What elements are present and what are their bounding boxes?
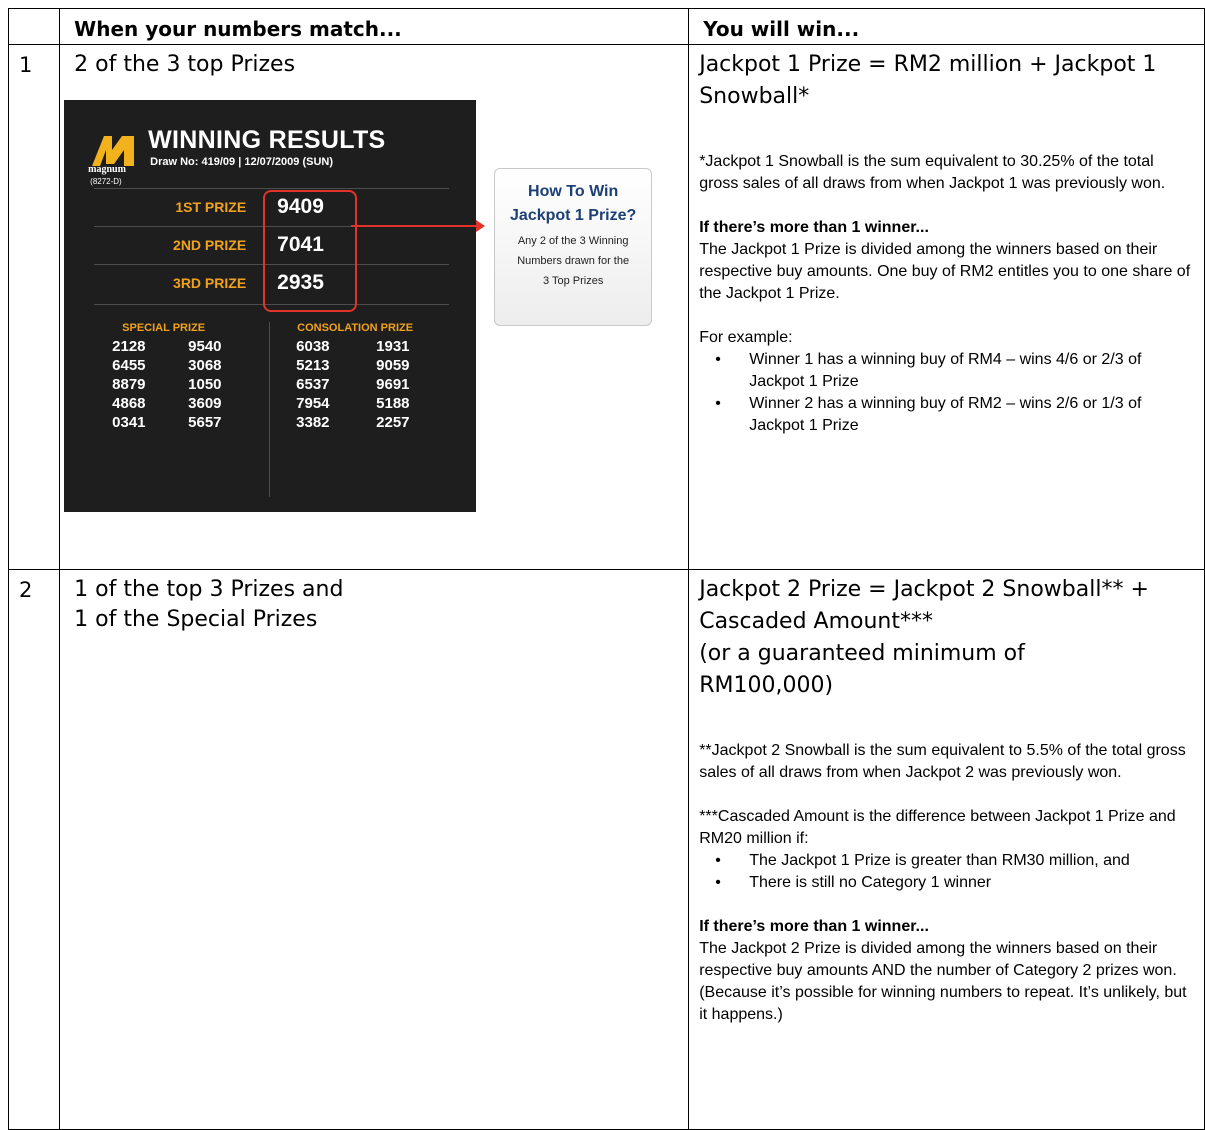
arrow-right-icon [476, 220, 486, 232]
header-num-cell [7, 8, 61, 45]
prize-number: 5213 [296, 357, 330, 374]
list-item: Winner 1 has a winning buy of RM4 – wins… [699, 349, 1194, 393]
cascade-note: ***Cascaded Amount is the difference bet… [699, 808, 1176, 847]
arrow-line [351, 225, 480, 227]
row-1-match-cell: 2 of the 3 top Prizes magnum (8272-D) WI… [59, 44, 690, 570]
how-to-win-body: Any 2 of the 3 Winning Numbers drawn for… [517, 235, 630, 287]
list-item: Winner 2 has a winning buy of RM2 – wins… [699, 393, 1194, 437]
header-row: When your numbers match... You will win.… [7, 8, 1205, 45]
prize-number: 3382 [296, 414, 330, 431]
example-label: For example: [699, 329, 793, 346]
draw-info: Draw No: 419/09 | 12/07/2009 (SUN) [150, 156, 333, 168]
row-1-match: 2 of the 3 top Prizes [74, 52, 296, 77]
header-match: When your numbers match... [59, 8, 690, 45]
row-1: 1 2 of the 3 top Prizes magnum (8272-D) … [7, 44, 1205, 570]
condition-list: The Jackpot 1 Prize is greater than RM30… [699, 850, 1194, 894]
logo-code: (8272-D) [90, 177, 122, 186]
winning-results-figure: magnum (8272-D) WINNING RESULTS Draw No:… [60, 80, 688, 520]
prize-number: 6455 [112, 357, 146, 374]
divider [94, 188, 450, 189]
prize-number: 6038 [296, 338, 330, 355]
header-win: You will win... [688, 8, 1205, 45]
column-divider [269, 322, 271, 497]
jackpot-1-title: Jackpot 1 Prize = RM2 million + Jackpot … [699, 52, 1157, 109]
prize-number: 3068 [188, 357, 222, 374]
how-to-win-callout: How To Win Jackpot 1 Prize? Any 2 of the… [494, 168, 653, 326]
magnum-logo-icon [92, 136, 135, 166]
row-2-match-cell: 1 of the top 3 Prizes and 1 of the Speci… [59, 569, 690, 1130]
top-prizes-highlight [263, 190, 358, 312]
prize-number: 3609 [188, 395, 222, 412]
more-winners-heading: If there’s more than 1 winner... [699, 219, 929, 236]
row-1-win-cell: Jackpot 1 Prize = RM2 million + Jackpot … [688, 44, 1205, 570]
prize-number: 0341 [112, 414, 146, 431]
row-2: 2 1 of the top 3 Prizes and 1 of the Spe… [7, 569, 1205, 1130]
list-item: The Jackpot 1 Prize is greater than RM30… [699, 850, 1194, 872]
snowball-note: *Jackpot 1 Snowball is the sum equivalen… [699, 153, 1166, 192]
prize-number: 4868 [112, 395, 146, 412]
logo-text: magnum [88, 164, 126, 175]
row-2-win-cell: Jackpot 2 Prize = Jackpot 2 Snowball** +… [688, 569, 1205, 1130]
second-prize-label: 2ND PRIZE [173, 237, 247, 253]
jackpot-1-details: *Jackpot 1 Snowball is the sum equivalen… [689, 151, 1204, 437]
prize-number: 1050 [188, 376, 222, 393]
jackpot-2-title: Jackpot 2 Prize = Jackpot 2 Snowball** +… [699, 577, 1149, 698]
third-prize-label: 3RD PRIZE [173, 275, 247, 291]
row-2-number: 2 [7, 569, 61, 1130]
prize-number: 2257 [376, 414, 410, 431]
results-title: WINNING RESULTS [148, 126, 386, 154]
special-prize-heading: SPECIAL PRIZE [122, 322, 206, 334]
more-winners-heading: If there’s more than 1 winner... [699, 918, 929, 935]
prize-number: 2128 [112, 338, 146, 355]
row-1-number: 1 [7, 44, 61, 570]
prize-number: 5657 [188, 414, 222, 431]
prize-number: 1931 [376, 338, 410, 355]
prize-number: 9059 [376, 357, 410, 374]
results-panel: magnum (8272-D) WINNING RESULTS Draw No:… [64, 100, 477, 512]
more-winners-text: The Jackpot 1 Prize is divided among the… [699, 241, 1191, 302]
list-item: There is still no Category 1 winner [699, 872, 1194, 894]
prize-number: 6537 [296, 376, 330, 393]
consolation-prize-heading: CONSOLATION PRIZE [297, 322, 414, 334]
row-2-match: 1 of the top 3 Prizes and 1 of the Speci… [74, 577, 344, 632]
prize-number: 9540 [188, 338, 222, 355]
example-list: Winner 1 has a winning buy of RM4 – wins… [699, 349, 1194, 437]
how-to-win-title: How To Win Jackpot 1 Prize? [510, 183, 637, 224]
prize-number: 8879 [112, 376, 146, 393]
prize-number: 5188 [376, 395, 410, 412]
prize-table: When your numbers match... You will win.… [7, 8, 1205, 1130]
more-winners-text: The Jackpot 2 Prize is divided among the… [699, 940, 1187, 1023]
jackpot-2-details: **Jackpot 2 Snowball is the sum equivale… [689, 740, 1204, 1026]
prize-number: 7954 [296, 395, 330, 412]
prize-number: 9691 [376, 376, 410, 393]
first-prize-label: 1ST PRIZE [175, 199, 247, 215]
snowball-note: **Jackpot 2 Snowball is the sum equivale… [699, 742, 1186, 781]
